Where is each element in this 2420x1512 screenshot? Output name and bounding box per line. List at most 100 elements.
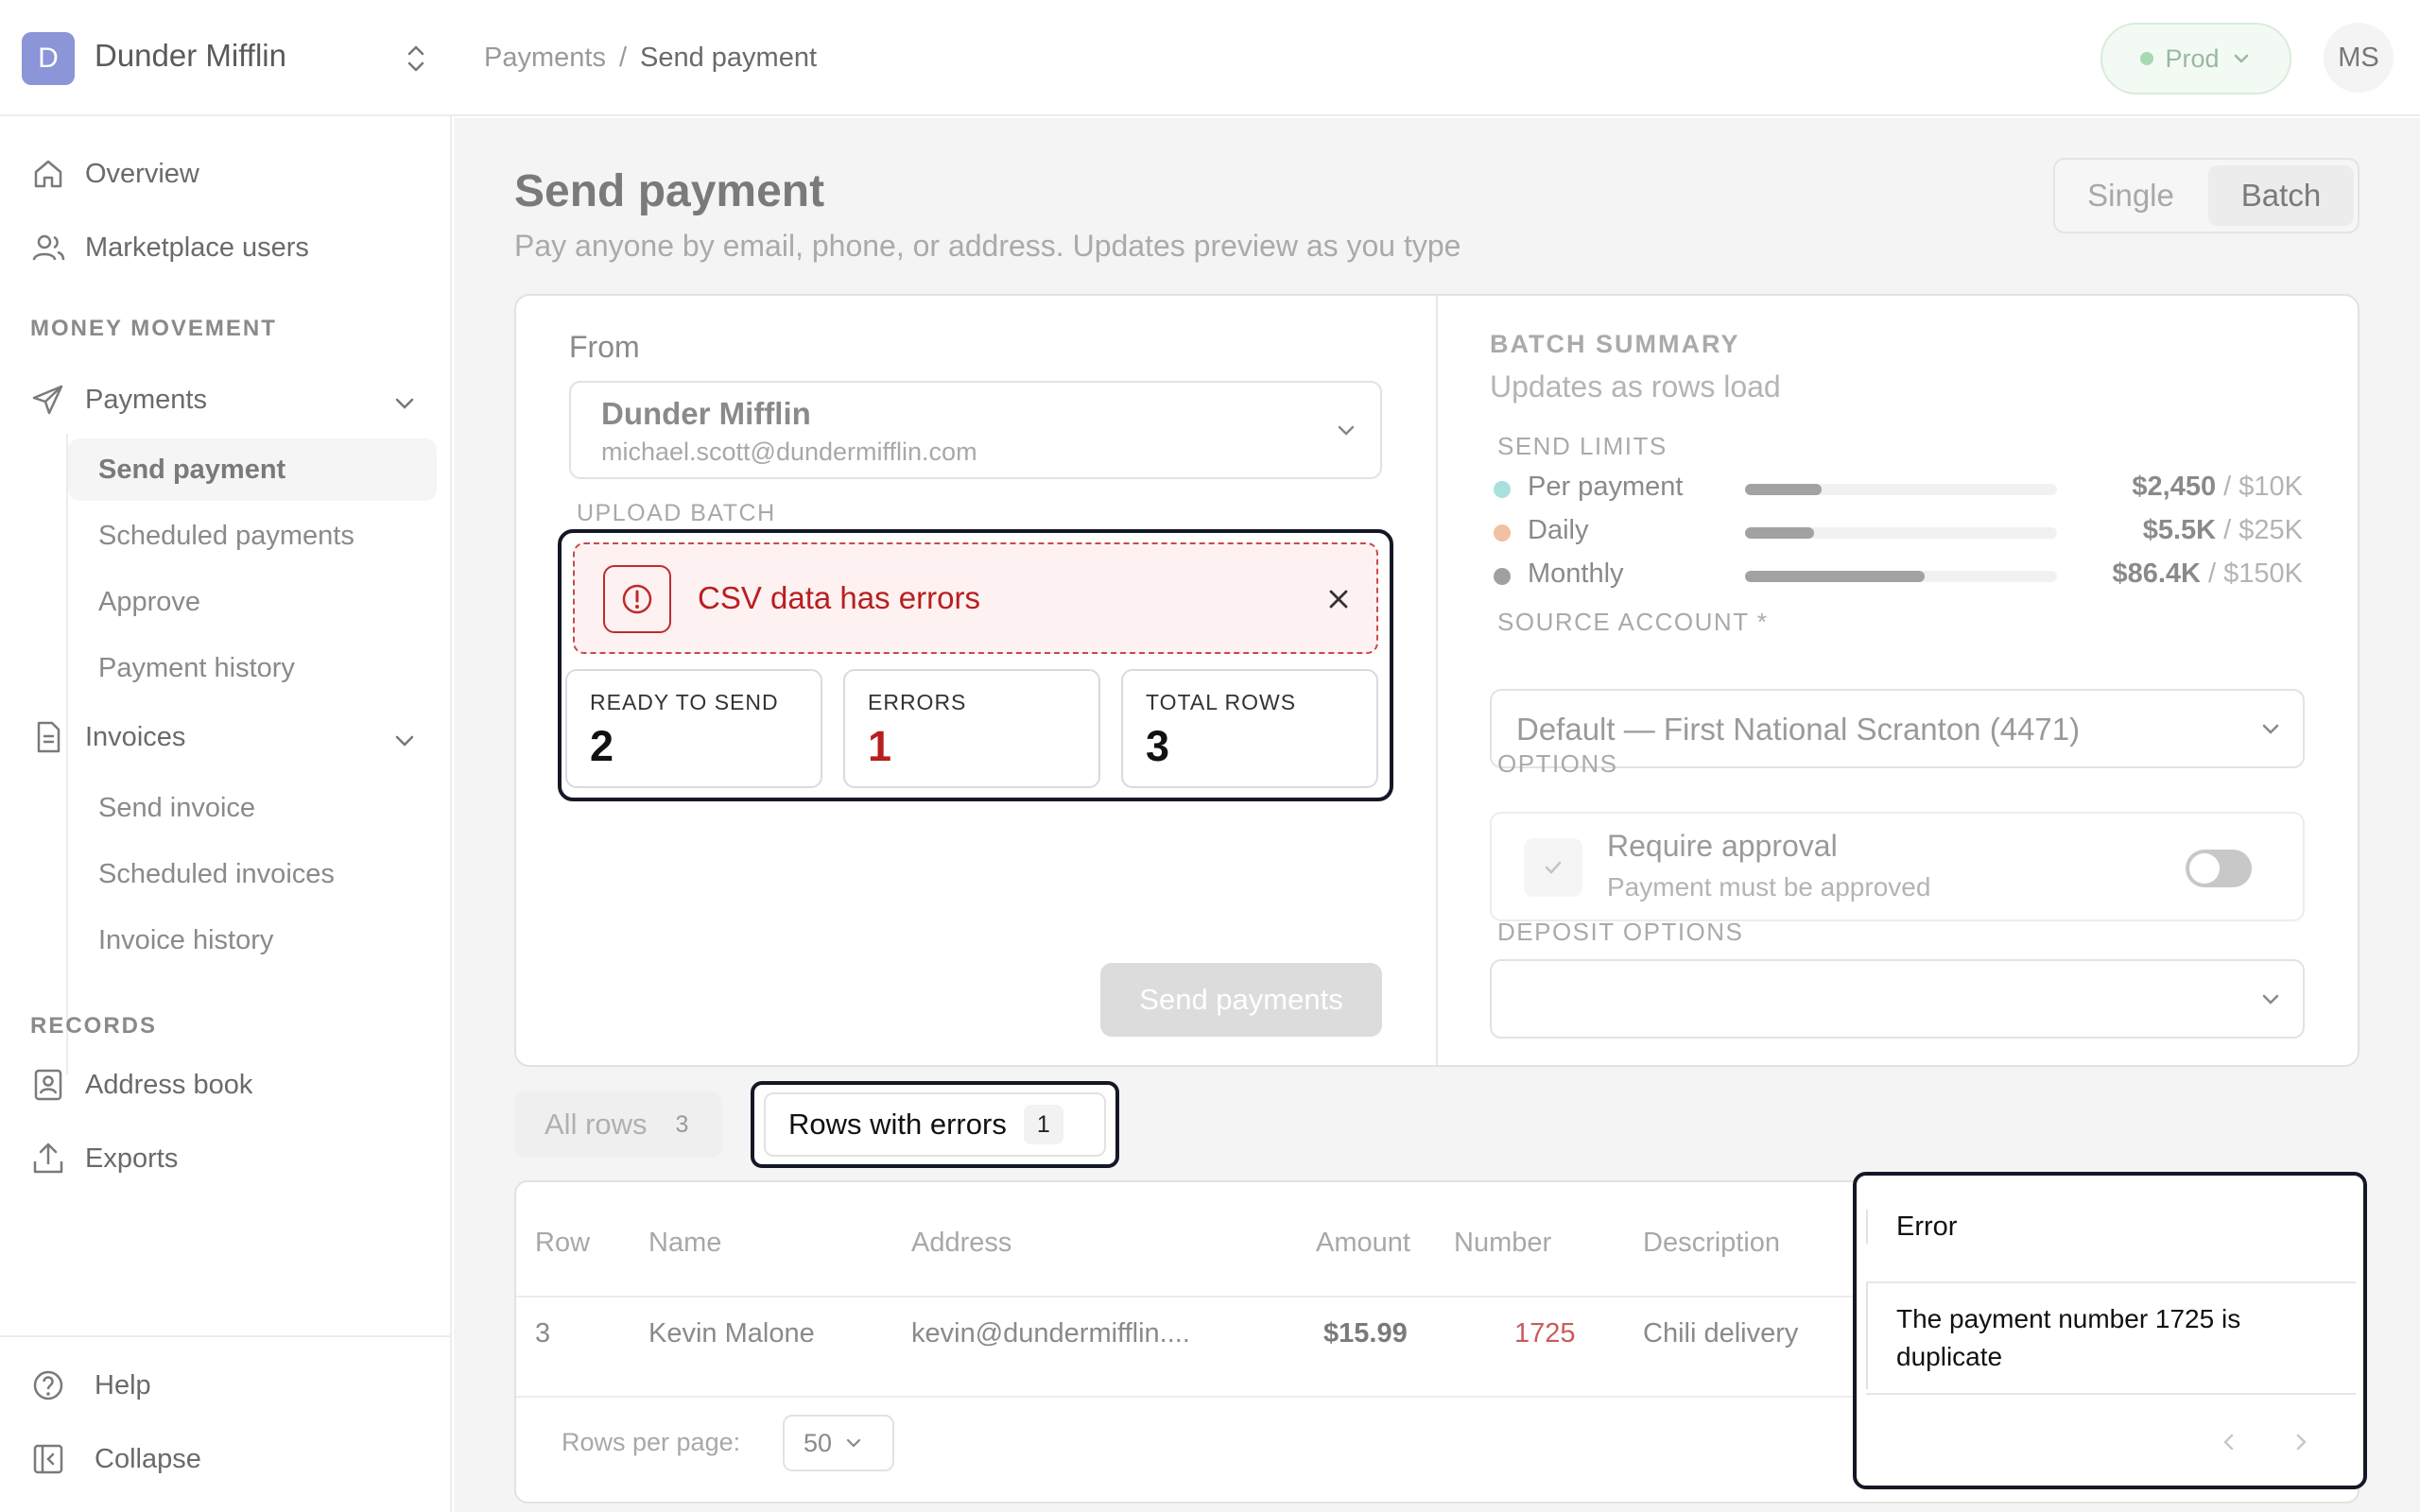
environment-label: Prod — [2165, 43, 2220, 73]
stat-errors: ERRORS 1 — [843, 669, 1100, 788]
sidebar-label-invoices: Invoices — [85, 721, 186, 752]
cell-amount: $15.99 — [1323, 1318, 1408, 1349]
limit-progress-fill — [1745, 571, 1926, 582]
cell-description: Chili delivery — [1643, 1318, 1799, 1349]
sidebar-item-scheduled-invoices[interactable]: Scheduled invoices — [98, 859, 335, 890]
stat-value: 1 — [868, 722, 892, 770]
sidebar-item-invoices[interactable]: Invoices — [30, 719, 185, 755]
error-column: Error The payment number 1725 is duplica… — [1853, 1172, 2367, 1489]
limit-value: $86.4K / $150K — [2112, 558, 2303, 589]
sidebar-item-scheduled-payments[interactable]: Scheduled payments — [98, 521, 354, 552]
contact-book-icon — [34, 1069, 62, 1101]
sidebar-item-exports[interactable]: Exports — [30, 1141, 178, 1177]
tab-all-rows[interactable]: All rows 3 — [514, 1091, 722, 1158]
home-icon — [34, 160, 62, 188]
breadcrumb: Payments / Send payment — [484, 43, 817, 74]
deposit-options-select[interactable] — [1490, 959, 2305, 1039]
limit-row-daily: Daily $5.5K / $25K — [1490, 513, 2303, 551]
source-account-value: Default — First National Scranton (4471) — [1516, 712, 2081, 747]
sidebar-item-send-invoice[interactable]: Send invoice — [98, 793, 255, 824]
column-header-amount[interactable]: Amount — [1316, 1228, 1410, 1259]
tab-rows-with-errors[interactable]: Rows with errors 1 — [764, 1092, 1106, 1157]
tab-rows-with-errors-label: Rows with errors — [788, 1108, 1007, 1141]
sidebar-item-approve[interactable]: Approve — [98, 587, 200, 618]
column-header-address[interactable]: Address — [911, 1228, 1011, 1259]
sidebar: Overview Marketplace users MONEY MOVEMEN… — [0, 116, 452, 1512]
column-header-description[interactable]: Description — [1643, 1228, 1780, 1259]
stat-ready-to-send: READY TO SEND 2 — [565, 669, 822, 788]
chevron-up-down-icon[interactable] — [402, 42, 430, 76]
chevron-down-icon — [1338, 425, 1355, 436]
users-icon — [32, 234, 65, 261]
sidebar-item-payment-history[interactable]: Payment history — [98, 653, 295, 684]
section-records: RECORDS — [30, 1013, 158, 1039]
column-header-row[interactable]: Row — [535, 1228, 590, 1259]
mode-single-button[interactable]: Single — [2057, 165, 2204, 226]
column-header-error[interactable]: Error — [1896, 1211, 1957, 1243]
rows-per-page-value: 50 — [804, 1428, 833, 1457]
approval-checkbox[interactable] — [1524, 838, 1582, 897]
close-icon[interactable] — [1323, 584, 1354, 614]
sidebar-item-help[interactable]: Help — [30, 1367, 151, 1403]
sidebar-item-collapse[interactable]: Collapse — [30, 1441, 201, 1477]
sidebar-item-address-book[interactable]: Address book — [30, 1067, 252, 1103]
sidebar-label-exports: Exports — [85, 1143, 179, 1174]
require-approval-option: Require approval Payment must be approve… — [1490, 812, 2305, 921]
chevron-down-icon — [2234, 54, 2248, 63]
sidebar-label-overview: Overview — [85, 158, 199, 189]
breadcrumb-payments[interactable]: Payments — [484, 43, 606, 74]
batch-summary-title: BATCH SUMMARY — [1490, 330, 1740, 358]
org-avatar[interactable]: D — [22, 32, 75, 85]
chevron-down-icon[interactable] — [391, 728, 418, 754]
cell-address: kevin@dundermifflin.... — [911, 1318, 1190, 1349]
alert-circle-icon — [603, 565, 671, 633]
check-icon — [1545, 861, 1562, 874]
cell-name: Kevin Malone — [648, 1318, 815, 1349]
chevron-right-icon[interactable] — [2288, 1429, 2314, 1455]
breadcrumb-current: Send payment — [640, 43, 818, 73]
upload-batch-label: UPLOAD BATCH — [577, 500, 776, 526]
top-bar: D Dunder Mifflin Payments / Send payment… — [0, 0, 2420, 116]
document-icon — [37, 721, 60, 753]
limit-name: Per payment — [1528, 472, 1684, 502]
tab-rows-with-errors-count: 1 — [1023, 1105, 1063, 1144]
limit-dot-icon — [1494, 524, 1511, 541]
user-avatar[interactable]: MS — [2324, 23, 2394, 93]
column-resize-handle[interactable] — [1866, 1210, 1868, 1244]
deposit-options-label: DEPOSIT OPTIONS — [1497, 918, 1744, 946]
chevron-left-icon[interactable] — [2216, 1429, 2242, 1455]
sidebar-item-invoice-history[interactable]: Invoice history — [98, 925, 273, 956]
csv-error-banner: CSV data has errors — [573, 542, 1378, 654]
approval-subtitle: Payment must be approved — [1607, 872, 1931, 902]
limit-value: $5.5K / $25K — [2142, 515, 2303, 545]
card-divider — [1436, 296, 1438, 1065]
chevron-down-icon[interactable] — [391, 390, 418, 417]
approval-toggle[interactable] — [2186, 850, 2252, 887]
mode-batch-button[interactable]: Batch — [2208, 165, 2354, 226]
sidebar-item-marketplace-users[interactable]: Marketplace users — [30, 230, 309, 266]
mode-toggle: Single Batch — [2053, 158, 2360, 233]
upload-icon — [33, 1143, 63, 1174]
column-header-number[interactable]: Number — [1454, 1228, 1551, 1259]
cell-error: The payment number 1725 is duplicate — [1896, 1304, 2241, 1371]
limit-dot-icon — [1494, 568, 1511, 585]
limit-row-per-payment: Per payment $2,450 / $10K — [1490, 470, 2303, 507]
sidebar-item-payments[interactable]: Payments — [30, 382, 207, 418]
org-name[interactable]: Dunder Mifflin — [95, 38, 286, 74]
sidebar-item-overview[interactable]: Overview — [30, 156, 199, 192]
stat-value: 2 — [590, 722, 614, 770]
rows-per-page-select[interactable]: 50 — [783, 1415, 894, 1471]
limit-name: Monthly — [1528, 558, 1624, 589]
from-account-select[interactable]: Dunder Mifflin michael.scott@dundermiffl… — [569, 381, 1382, 479]
sidebar-label-address-book: Address book — [85, 1069, 253, 1100]
column-header-name[interactable]: Name — [648, 1228, 721, 1259]
sidebar-label-help: Help — [95, 1369, 151, 1400]
section-money-movement: MONEY MOVEMENT — [30, 316, 277, 341]
chevron-down-icon — [2262, 724, 2279, 734]
environment-switcher[interactable]: Prod — [2100, 23, 2291, 94]
send-payments-button[interactable]: Send payments — [1100, 963, 1382, 1037]
limit-progress-track — [1745, 571, 2057, 582]
column-divider — [1866, 1283, 1868, 1389]
send-limits-label: SEND LIMITS — [1497, 432, 1668, 460]
page-title: Send payment — [514, 166, 825, 216]
